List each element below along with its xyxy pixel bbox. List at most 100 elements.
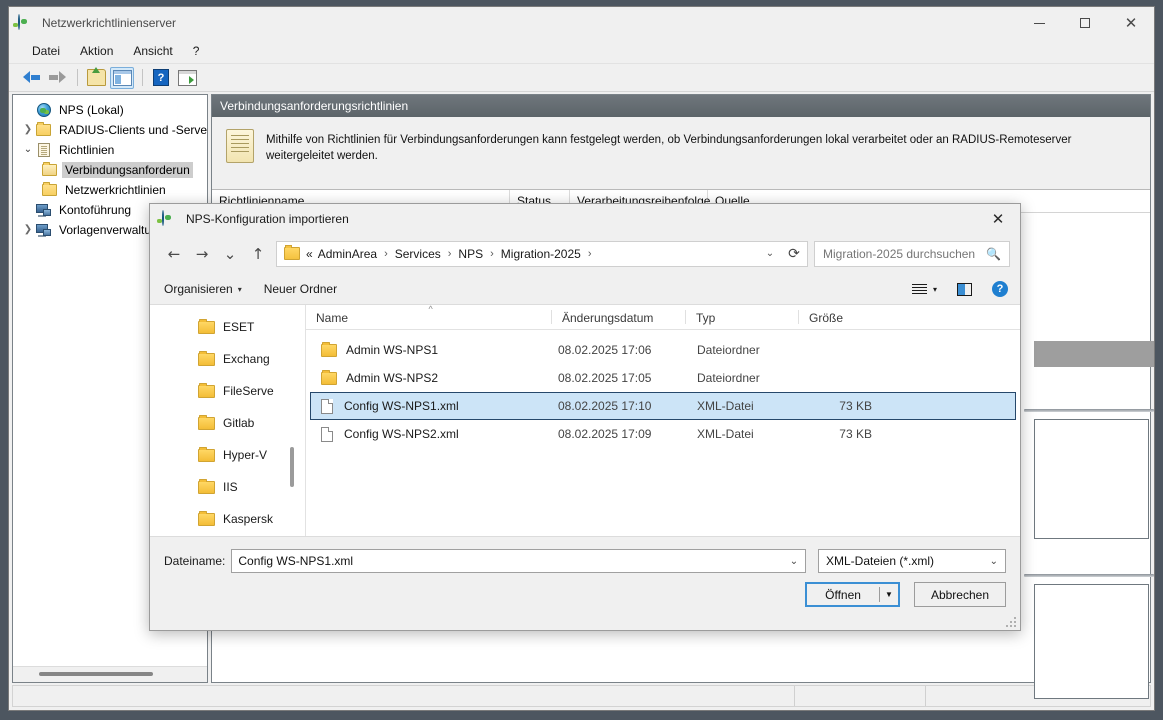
folder-icon (198, 350, 215, 366)
file-row[interactable]: Admin WS-NPS1 08.02.2025 17:06 Dateiordn… (310, 336, 1016, 364)
menu-item-aktion[interactable]: Aktion (71, 42, 122, 60)
back-arrow-icon[interactable] (19, 67, 43, 89)
scrollbar-thumb[interactable] (39, 672, 153, 676)
view-list-icon[interactable]: ▾ (911, 283, 937, 295)
preview-pane-icon[interactable] (957, 282, 972, 296)
tree-item-nps-lokal[interactable]: NPS (Lokal) (13, 100, 207, 120)
chevron-down-icon: ▾ (237, 284, 242, 294)
nav-item-fileserver[interactable]: ❯ FileServe (150, 375, 305, 407)
file-row[interactable]: Config WS-NPS2.xml 08.02.2025 17:09 XML-… (310, 420, 1016, 448)
mmc-toolbar: ? (9, 64, 1154, 92)
file-row-selected[interactable]: Config WS-NPS1.xml 08.02.2025 17:10 XML-… (310, 392, 1016, 420)
dialog-title: NPS-Konfiguration importieren (186, 211, 349, 226)
column-header-name[interactable]: ^ Name (306, 304, 551, 329)
breadcrumb-separator-icon[interactable]: › (380, 248, 392, 260)
help-icon[interactable]: ? (992, 281, 1008, 297)
column-header-label: Name (316, 311, 349, 325)
back-button[interactable]: ← (160, 240, 188, 268)
tree-item-netzwerkrichtlinien[interactable]: Netzwerkrichtlinien (13, 180, 207, 200)
breadcrumb-separator-icon[interactable]: › (486, 248, 498, 260)
chevron-down-icon[interactable]: ▾ (933, 285, 937, 294)
file-row[interactable]: Admin WS-NPS2 08.02.2025 17:05 Dateiordn… (310, 364, 1016, 392)
resize-grip-icon[interactable] (1005, 616, 1016, 627)
show-action-pane-icon[interactable] (175, 67, 199, 89)
menu-item-ansicht[interactable]: Ansicht (124, 42, 181, 60)
column-header-date[interactable]: Änderungsdatum (552, 305, 685, 329)
chevron-right-icon[interactable]: ❯ (21, 225, 35, 235)
new-folder-label: Neuer Ordner (263, 282, 338, 296)
nav-item-kaspersky[interactable]: Kaspersk (150, 503, 305, 535)
breadcrumb-item-services[interactable]: Services (392, 245, 444, 263)
nav-item-eset[interactable]: ❯ ESET (150, 311, 305, 343)
open-dropdown-icon[interactable]: ▼ (880, 584, 898, 605)
navpane-scrollbar[interactable] (290, 305, 294, 536)
tree-item-verbindungsanforderungsrichtlinien[interactable]: Verbindungsanforderun (13, 160, 207, 180)
open-split-button[interactable]: Öffnen ▼ (805, 582, 900, 607)
window-title: Netzwerkrichtlinienserver (42, 16, 177, 30)
breadcrumb-separator-icon[interactable]: › (584, 248, 596, 260)
nav-item-gitlab[interactable]: Gitlab (150, 407, 305, 439)
results-description: Mithilfe von Richtlinien für Verbindungs… (212, 117, 1150, 190)
maximize-button[interactable] (1062, 7, 1108, 39)
cancel-button[interactable]: Abbrechen (913, 582, 1006, 607)
menu-item-help[interactable]: ? (184, 42, 209, 60)
forward-button[interactable]: → (188, 240, 216, 268)
file-type-filter-select[interactable]: XML-Dateien (*.xml) ⌄ (818, 549, 1006, 573)
organize-button[interactable]: Organisieren ▾ (164, 282, 242, 296)
dialog-main: ❯ ESET ❯ Exchang ❯ FileServe Gitlab (150, 304, 1020, 536)
file-date: 08.02.2025 17:09 (558, 427, 652, 441)
nav-item-hyper-v[interactable]: ❯ Hyper-V (150, 439, 305, 471)
filename-input[interactable]: Config WS-NPS1.xml ⌄ (231, 549, 806, 573)
column-header-size[interactable]: Größe (799, 305, 877, 329)
nav-item-iis[interactable]: ❯ IIS (150, 471, 305, 503)
chevron-down-icon[interactable]: ⌄ (783, 550, 805, 572)
search-input[interactable]: Migration-2025 durchsuchen 🔍 (814, 240, 1010, 267)
chevron-down-icon[interactable]: ⌄ (759, 248, 781, 259)
tree-horizontal-scrollbar[interactable] (13, 666, 207, 682)
tree-item-richtlinien[interactable]: ⌄ Richtlinien (13, 140, 207, 160)
breadcrumb-item-nps[interactable]: NPS (455, 245, 486, 263)
nav-item-label: Hyper-V (223, 448, 268, 462)
scrollbar-thumb[interactable] (290, 447, 294, 487)
xml-file-icon (321, 426, 333, 442)
address-bar[interactable]: « AdminArea › Services › NPS › Migration… (276, 240, 808, 267)
folder-icon (41, 182, 58, 196)
computer-icon (35, 203, 52, 217)
dialog-close-button[interactable]: ✕ (976, 204, 1020, 233)
breadcrumb-item-adminarea[interactable]: AdminArea (315, 245, 380, 263)
tree-item-label: Richtlinien (59, 143, 115, 157)
show-hide-console-tree-icon[interactable] (110, 66, 134, 89)
tree-item-label: Kontoführung (59, 203, 132, 217)
help-icon[interactable]: ? (149, 67, 173, 89)
chevron-down-icon[interactable]: ⌄ (990, 556, 998, 567)
up-folder-icon[interactable] (84, 67, 108, 89)
chevron-down-icon[interactable]: ⌄ (21, 145, 35, 155)
tree-item-radius-clients[interactable]: ❯ RADIUS-Clients und -Serve (13, 120, 207, 140)
column-header-type[interactable]: Typ (686, 305, 798, 329)
dialog-titlebar: NPS-Konfiguration importieren ✕ (150, 204, 1020, 233)
search-icon[interactable]: 🔍 (986, 247, 1001, 261)
tree-item-label: RADIUS-Clients und -Serve (59, 123, 207, 137)
refresh-icon[interactable]: ⟳ (781, 246, 807, 262)
new-folder-button[interactable]: Neuer Ordner (264, 282, 337, 296)
up-button[interactable]: ↑ (244, 240, 272, 268)
search-placeholder: Migration-2025 durchsuchen (823, 246, 976, 261)
menu-item-datei[interactable]: Datei (23, 42, 69, 60)
breadcrumb-separator-icon[interactable]: › (444, 248, 456, 260)
file-list-header: ^ Name Änderungsdatum Typ Größe (306, 304, 1020, 330)
breadcrumb-item-migration-2025[interactable]: Migration-2025 (498, 245, 584, 263)
forward-arrow-icon[interactable] (45, 67, 69, 89)
nav-item-exchange[interactable]: ❯ Exchang (150, 343, 305, 375)
minimize-button[interactable] (1016, 7, 1062, 39)
folder-icon (198, 382, 215, 398)
column-header-label: Typ (696, 311, 716, 325)
globe-icon (18, 14, 34, 31)
recent-locations-button[interactable]: ⌄ (216, 240, 244, 268)
file-name: Config WS-NPS1.xml (344, 399, 459, 413)
open-button[interactable]: Öffnen (807, 584, 879, 605)
close-button[interactable]: ✕ (1108, 7, 1154, 39)
chevron-right-icon[interactable]: ❯ (21, 125, 35, 135)
globe-icon (162, 209, 178, 227)
breadcrumb-overflow[interactable]: « (306, 247, 315, 261)
nav-item-label: FileServe (223, 384, 274, 398)
